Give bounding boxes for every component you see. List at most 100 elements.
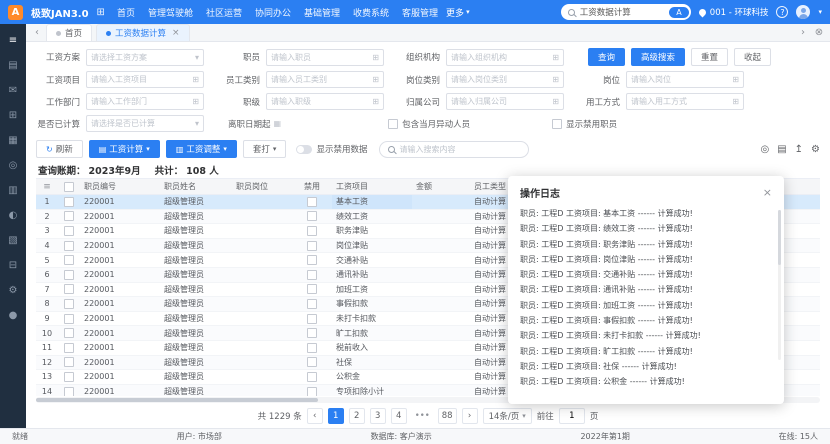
sidebar-icon[interactable]: ◐ <box>0 203 26 228</box>
tab-options-icon[interactable]: ⊗ <box>812 27 826 38</box>
tab-scroll-right-icon[interactable]: › <box>796 27 810 38</box>
row-checkbox[interactable] <box>64 299 74 309</box>
nav-item[interactable]: 首页 <box>117 6 135 19</box>
lookup-icon[interactable]: ⊞ <box>192 75 199 84</box>
row-checkbox[interactable] <box>64 357 74 367</box>
lookup-icon[interactable]: ⊞ <box>732 75 739 84</box>
nav-item[interactable]: 协同办公 <box>255 6 291 19</box>
apps-grid-icon[interactable]: ⊞ <box>97 7 105 18</box>
search-button[interactable]: 查询 <box>588 48 625 66</box>
calculated-input[interactable] <box>91 119 193 128</box>
row-checkbox[interactable] <box>64 270 74 280</box>
row-checkbox[interactable] <box>64 197 74 207</box>
row-checkbox[interactable] <box>64 328 74 338</box>
employment-type-input[interactable] <box>631 97 730 106</box>
column-header[interactable]: 职员姓名 <box>160 181 232 192</box>
tab-scroll-left-icon[interactable]: ‹ <box>30 27 44 38</box>
disabled-checkbox[interactable] <box>307 211 317 221</box>
page-size-select[interactable]: 14条/页 ▾ <box>483 408 532 424</box>
rank-lookup[interactable]: ⊞ <box>266 93 384 110</box>
lookup-icon[interactable]: ⊞ <box>732 97 739 106</box>
lookup-icon[interactable]: ⊞ <box>372 75 379 84</box>
row-checkbox[interactable] <box>64 387 74 396</box>
lookup-icon[interactable]: ⊞ <box>372 53 379 62</box>
include-monthly-changes-checkbox[interactable]: 包含当月异动人员 <box>388 118 470 130</box>
sidebar-icon[interactable]: ▧ <box>0 228 26 253</box>
tab-salary-data-calc[interactable]: 工资数据计算 × <box>96 24 190 41</box>
location-selector[interactable]: 001 - 环球科技 <box>699 6 769 18</box>
disabled-checkbox[interactable] <box>307 241 317 251</box>
nav-item[interactable]: 客服管理 <box>402 6 438 19</box>
salary-plan-input[interactable] <box>91 53 193 62</box>
reset-button[interactable]: 重置 <box>691 48 728 66</box>
company-input[interactable] <box>451 97 550 106</box>
disabled-checkbox[interactable] <box>307 372 317 382</box>
page-number[interactable]: 2 <box>349 408 365 424</box>
department-lookup[interactable]: ⊞ <box>86 93 204 110</box>
lookup-icon[interactable]: ⊞ <box>372 97 379 106</box>
lookup-icon[interactable]: ⊞ <box>552 97 559 106</box>
goto-page-input[interactable] <box>559 408 585 424</box>
sidebar-icon[interactable]: ▤ <box>0 53 26 78</box>
column-header[interactable]: 职员岗位 <box>232 181 292 192</box>
salary-item-lookup[interactable]: ⊞ <box>86 71 204 88</box>
column-header[interactable]: 职员编号 <box>80 181 160 192</box>
lookup-icon[interactable]: ⊞ <box>552 53 559 62</box>
employee-category-input[interactable] <box>271 75 370 84</box>
toolbar-search[interactable] <box>379 141 529 158</box>
row-checkbox[interactable] <box>64 314 74 324</box>
nav-item[interactable]: 收费系统 <box>353 6 389 19</box>
disabled-checkbox[interactable] <box>307 299 317 309</box>
export-icon[interactable]: ↥ <box>795 144 803 155</box>
refresh-button[interactable]: ↻ 刷新 <box>36 140 83 158</box>
next-page-icon[interactable]: › <box>462 408 478 424</box>
row-checkbox[interactable] <box>64 211 74 221</box>
department-input[interactable] <box>91 97 190 106</box>
leave-date-field[interactable]: 离职日期起 ▦ <box>228 118 281 130</box>
show-disabled-employees-checkbox[interactable]: 显示禁用职员 <box>552 118 617 130</box>
calculated-select[interactable]: ▾ <box>86 115 204 132</box>
select-all-checkbox[interactable] <box>64 182 74 192</box>
disabled-checkbox[interactable] <box>307 270 317 280</box>
salary-item-input[interactable] <box>91 75 190 84</box>
sidebar-icon[interactable]: ⊟ <box>0 253 26 278</box>
disabled-checkbox[interactable] <box>307 314 317 324</box>
disabled-checkbox[interactable] <box>307 357 317 367</box>
tab-home[interactable]: 首页 <box>46 24 92 41</box>
toggle-icon[interactable] <box>296 145 312 154</box>
salary-calc-button[interactable]: ▤ 工资计算 ▾ <box>89 140 160 158</box>
collapse-button[interactable]: 收起 <box>734 48 771 66</box>
lookup-icon[interactable]: ⊞ <box>552 75 559 84</box>
post-lookup[interactable]: ⊞ <box>626 71 744 88</box>
row-checkbox[interactable] <box>64 284 74 294</box>
toolbar-search-input[interactable] <box>399 145 520 154</box>
employee-input[interactable] <box>271 53 370 62</box>
column-header[interactable]: 工资项目 <box>332 181 412 192</box>
organization-input[interactable] <box>451 53 550 62</box>
nav-item[interactable]: 管理驾驶舱 <box>148 6 193 19</box>
sidebar-icon[interactable]: ✉ <box>0 78 26 103</box>
disabled-checkbox[interactable] <box>307 343 317 353</box>
page-number[interactable]: 3 <box>370 408 386 424</box>
column-header[interactable]: 禁用 <box>292 181 332 192</box>
disabled-checkbox[interactable] <box>307 226 317 236</box>
page-number[interactable]: 88 <box>438 408 457 424</box>
checkbox-icon[interactable] <box>388 119 398 129</box>
scrollbar-thumb[interactable] <box>36 398 318 402</box>
column-menu-icon[interactable]: ≡ <box>43 182 51 192</box>
company-lookup[interactable]: ⊞ <box>446 93 564 110</box>
show-disabled-data-toggle[interactable]: 显示禁用数据 <box>296 143 367 155</box>
print-icon[interactable]: ▤ <box>777 144 786 155</box>
lookup-icon[interactable]: ⊞ <box>192 97 199 106</box>
user-menu-chevron-icon[interactable]: ▾ <box>818 8 822 16</box>
rank-input[interactable] <box>271 97 370 106</box>
nav-more[interactable]: 更多 ▾ <box>446 6 470 19</box>
salary-adjust-button[interactable]: ▥ 工资调整 ▾ <box>166 140 237 158</box>
page-number[interactable]: 4 <box>391 408 407 424</box>
header-search-button[interactable]: A <box>669 7 688 18</box>
disabled-checkbox[interactable] <box>307 255 317 265</box>
print-template-button[interactable]: 套打 ▾ <box>243 140 287 158</box>
header-search[interactable]: 工资数据计算 A <box>561 4 691 20</box>
row-checkbox[interactable] <box>64 226 74 236</box>
nav-item[interactable]: 基础管理 <box>304 6 340 19</box>
